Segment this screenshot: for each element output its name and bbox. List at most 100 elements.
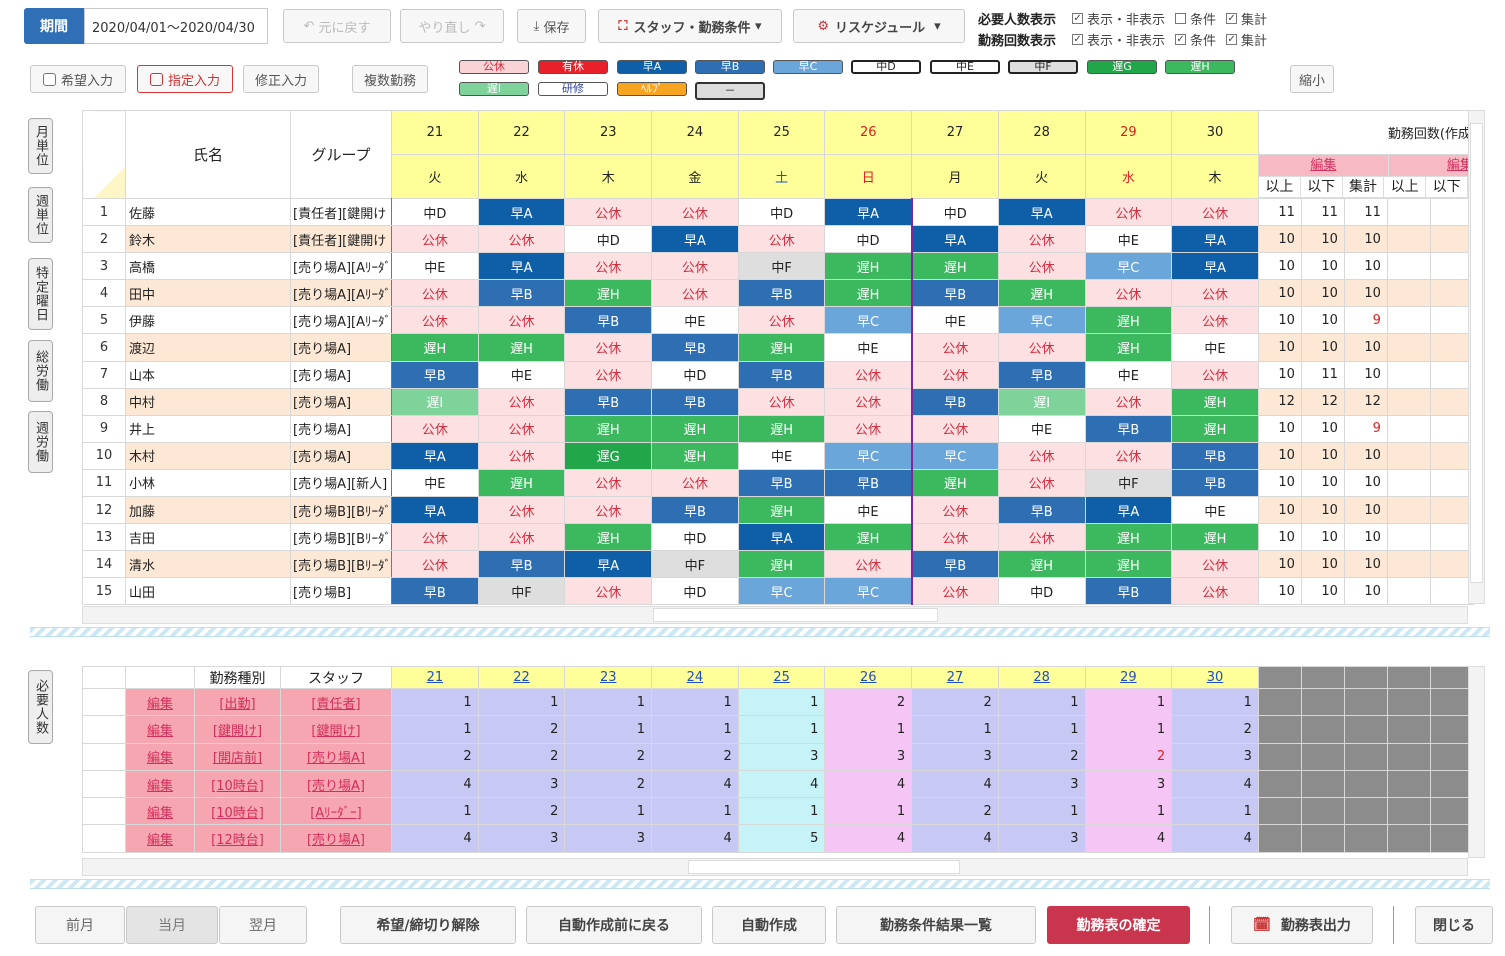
shift-cell[interactable]: 早A — [391, 496, 479, 525]
shift-cell[interactable]: 遅H — [564, 279, 653, 308]
req-count-cell[interactable]: 1 — [737, 715, 826, 744]
shift-cell[interactable]: 遅H — [824, 279, 913, 308]
req-day-header[interactable]: 23 — [564, 666, 653, 689]
req-staff[interactable]: [売り場A] — [280, 824, 392, 853]
shift-cell[interactable]: 早B — [651, 333, 739, 362]
shift-cell[interactable]: 公休 — [997, 523, 1086, 552]
confirm-schedule-button[interactable]: 勤務表の確定 — [1047, 906, 1190, 944]
shift-cell[interactable]: 公休 — [564, 468, 653, 498]
shift-cell[interactable]: 中F — [737, 252, 826, 281]
shift-cell[interactable]: 中E — [477, 360, 566, 389]
shift-cell[interactable]: 遅H — [911, 468, 999, 498]
legend-item[interactable]: 研修 — [538, 82, 608, 96]
shift-cell[interactable]: 公休 — [824, 387, 913, 416]
req-count-cell[interactable]: 2 — [477, 715, 566, 744]
req-count-cell[interactable]: 3 — [997, 824, 1086, 853]
shrink-button[interactable]: 縮小 — [1290, 65, 1334, 93]
req-count-cell[interactable]: 1 — [1084, 687, 1173, 717]
staff-name[interactable]: 清水 — [125, 550, 291, 579]
shift-cell[interactable]: 公休 — [564, 496, 653, 525]
legend-item[interactable]: 中D — [851, 60, 921, 74]
shift-cell[interactable]: 中E — [997, 414, 1086, 443]
release-wish-button[interactable]: 希望/締切り解除 — [340, 906, 516, 944]
staff-name[interactable]: 鈴木 — [125, 225, 291, 254]
req-count-cell[interactable]: 1 — [391, 797, 479, 826]
req-count-cell[interactable]: 1 — [824, 797, 913, 826]
staff-condition-button[interactable]: ⛶ スタッフ・勤務条件 ▾ — [598, 9, 782, 43]
req-count-cell[interactable]: 1 — [651, 715, 739, 744]
save-button[interactable]: ⤓ 保存 — [517, 9, 586, 43]
undo-button[interactable]: ↶ 元に戻す — [283, 9, 391, 43]
shift-cell[interactable]: 遅H — [1171, 523, 1259, 552]
cond-checkbox[interactable] — [1175, 13, 1187, 24]
legend-item[interactable]: 遅I — [459, 82, 529, 96]
shift-cell[interactable]: 公休 — [564, 197, 653, 227]
shift-cell[interactable]: 公休 — [911, 577, 999, 606]
shift-cell[interactable]: 公休 — [1171, 197, 1259, 227]
cond-checkbox[interactable]: ✓ — [1175, 34, 1187, 45]
period-input[interactable]: 2020/04/01～2020/04/30 — [84, 8, 268, 44]
shift-cell[interactable]: 早B — [911, 550, 999, 579]
shift-cell[interactable]: 遅H — [651, 414, 739, 443]
shift-cell[interactable]: 早A — [1171, 252, 1259, 281]
shift-cell[interactable]: 早A — [477, 197, 566, 227]
req-count-cell[interactable]: 2 — [1084, 742, 1173, 771]
shift-cell[interactable]: 早B — [997, 360, 1086, 389]
condition-results-button[interactable]: 勤務条件結果一覧 — [836, 906, 1036, 944]
tab-total-work[interactable]: 総労働 — [28, 340, 53, 402]
shift-cell[interactable]: 公休 — [477, 225, 566, 254]
next-month-button[interactable]: 翌月 — [219, 906, 307, 944]
vertical-scrollbar[interactable] — [1468, 666, 1485, 858]
shift-cell[interactable]: 公休 — [477, 496, 566, 525]
req-day-header[interactable]: 28 — [997, 666, 1086, 689]
shift-cell[interactable]: 中D — [997, 577, 1086, 606]
shift-cell[interactable]: 遅H — [737, 550, 826, 579]
shift-cell[interactable]: 早B — [1171, 441, 1259, 470]
legend-item[interactable]: 中E — [930, 60, 1000, 74]
req-count-cell[interactable]: 2 — [477, 797, 566, 826]
horizontal-scrollbar[interactable] — [82, 606, 1468, 624]
req-count-cell[interactable]: 1 — [564, 687, 653, 717]
req-day-header[interactable]: 30 — [1171, 666, 1259, 689]
tab-week-work[interactable]: 週労働 — [28, 411, 53, 473]
shift-cell[interactable]: 遅H — [737, 333, 826, 362]
scroll-thumb[interactable] — [688, 860, 960, 874]
req-count-cell[interactable]: 1 — [911, 715, 999, 744]
shift-cell[interactable]: 中E — [391, 468, 479, 498]
staff-name[interactable]: 佐藤 — [125, 197, 291, 227]
show-checkbox[interactable]: ✓ — [1072, 13, 1084, 24]
shift-cell[interactable]: 早A — [1171, 225, 1259, 254]
shift-cell[interactable]: 早B — [737, 360, 826, 389]
shift-cell[interactable]: 遅H — [1084, 523, 1173, 552]
req-count-cell[interactable]: 2 — [651, 742, 739, 771]
staff-name[interactable]: 井上 — [125, 414, 291, 443]
shift-cell[interactable]: 遅H — [911, 252, 999, 281]
shift-cell[interactable]: 遅H — [824, 252, 913, 281]
shift-cell[interactable]: 公休 — [997, 441, 1086, 470]
shift-cell[interactable]: 早A — [477, 252, 566, 281]
shift-cell[interactable]: 早B — [391, 360, 479, 389]
shift-cell[interactable]: 公休 — [911, 333, 999, 362]
wish-input-button[interactable]: 希望入力 — [30, 65, 126, 93]
shift-cell[interactable]: 公休 — [1171, 550, 1259, 579]
shift-cell[interactable]: 中E — [391, 252, 479, 281]
shift-cell[interactable]: 早B — [911, 279, 999, 308]
shift-cell[interactable]: 公休 — [564, 360, 653, 389]
req-count-cell[interactable]: 1 — [391, 715, 479, 744]
shift-cell[interactable]: 早B — [737, 468, 826, 498]
req-count-cell[interactable]: 1 — [824, 715, 913, 744]
shift-cell[interactable]: 遅H — [1084, 306, 1173, 335]
staff-name[interactable]: 田中 — [125, 279, 291, 308]
shift-cell[interactable]: 遅H — [824, 523, 913, 552]
req-type[interactable]: [出勤] — [194, 687, 281, 717]
shift-cell[interactable]: 早A — [651, 225, 739, 254]
shift-cell[interactable]: 遅H — [997, 279, 1086, 308]
count-edit-link[interactable]: 編集 — [1259, 155, 1388, 177]
reschedule-button[interactable]: ⚙ リスケジュール ▾ — [793, 9, 965, 43]
shift-cell[interactable]: 公休 — [824, 360, 913, 389]
shift-cell[interactable]: 中E — [1084, 225, 1173, 254]
shift-cell[interactable]: 早A — [1084, 496, 1173, 525]
shift-cell[interactable]: 中D — [651, 360, 739, 389]
current-month-button[interactable]: 当月 — [126, 906, 218, 944]
shift-cell[interactable]: 公休 — [1171, 577, 1259, 606]
